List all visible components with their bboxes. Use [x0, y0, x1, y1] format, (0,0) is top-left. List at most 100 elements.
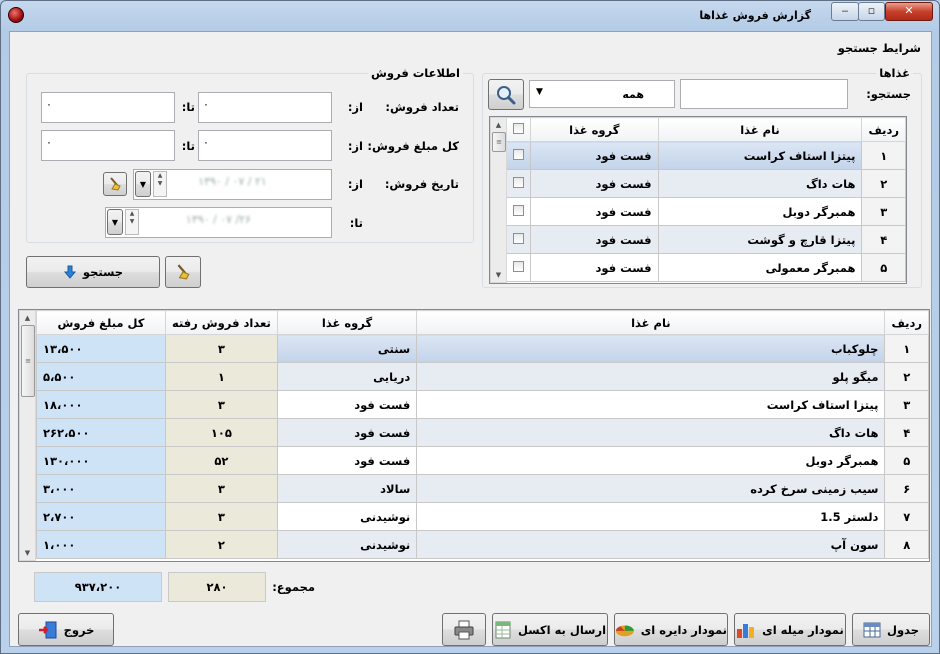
- food-search-input[interactable]: [680, 79, 848, 109]
- foods-col-group[interactable]: گروه غذا: [530, 117, 659, 142]
- maximize-button[interactable]: ▫: [858, 2, 885, 21]
- report-row-count: ۳: [164, 474, 278, 503]
- amount-to-label: تا:: [181, 139, 195, 153]
- food-row-checkbox[interactable]: [505, 225, 532, 254]
- scroll-up-arrow-icon[interactable]: ▲: [491, 118, 506, 132]
- table-row[interactable]: ۷ دلستر 1.5 نوشیدنی ۳ ۲،۷۰۰: [36, 502, 929, 531]
- food-row-checkbox[interactable]: [505, 169, 532, 198]
- table-icon: [863, 622, 881, 637]
- report-col-group[interactable]: گروه غذا: [276, 310, 418, 335]
- sales-date-label: تاریخ فروش:: [384, 177, 459, 191]
- count-from-label: از:: [347, 100, 363, 114]
- food-row-name: همبرگر معمولی: [657, 253, 863, 282]
- report-row-group: فست فود: [276, 418, 418, 447]
- clear-filters-button[interactable]: [165, 256, 201, 288]
- report-row-count: ۳: [164, 390, 278, 419]
- report-col-count[interactable]: تعداد فروش رفته: [164, 310, 278, 335]
- report-col-name[interactable]: نام غذا: [416, 310, 886, 335]
- table-button[interactable]: جدول: [852, 613, 930, 646]
- date-to-spinner[interactable]: ▲ ▼: [125, 209, 139, 235]
- table-row[interactable]: ۱ چلوکباب سنتی ۳ ۱۳،۵۰۰: [36, 334, 929, 363]
- food-row-number: ۴: [861, 225, 906, 254]
- foods-col-row[interactable]: ردیف: [861, 117, 906, 142]
- scroll-up-arrow-icon[interactable]: ▲: [20, 311, 35, 325]
- table-row[interactable]: ۲ میگو پلو دریایی ۱ ۵،۵۰۰: [36, 362, 929, 391]
- food-search-button[interactable]: [488, 79, 524, 110]
- table-row[interactable]: ۴ هات داگ فست فود ۱۰۵ ۲۶۲،۵۰۰: [36, 418, 929, 447]
- date-from-spinner[interactable]: ▲ ▼: [153, 171, 167, 197]
- report-col-row[interactable]: ردیف: [884, 310, 929, 335]
- print-button[interactable]: [442, 613, 486, 646]
- report-col-total[interactable]: کل مبلغ فروش: [36, 310, 166, 335]
- food-row[interactable]: ۱ پیتزا استاف کراست فست فود: [505, 141, 906, 170]
- report-grid[interactable]: ردیف نام غذا گروه غذا تعداد فروش رفته کل…: [18, 309, 930, 562]
- report-row-number: ۱: [884, 334, 929, 363]
- food-group-combo[interactable]: همه ▼: [529, 80, 675, 108]
- minimize-button[interactable]: ‒: [831, 2, 859, 21]
- food-row-checkbox[interactable]: [505, 253, 532, 282]
- food-row[interactable]: ۵ همبرگر معمولی فست فود: [505, 253, 906, 282]
- report-row-total: ۱۸،۰۰۰: [36, 390, 166, 419]
- foods-col-name[interactable]: نام غذا: [657, 117, 863, 142]
- report-row-name: سیب زمینی سرخ کرده: [416, 474, 886, 503]
- title-bar[interactable]: گزارش فروش غذاها ‒ ▫ ✕: [1, 1, 939, 29]
- pie-chart-icon: [615, 625, 634, 636]
- table-row[interactable]: ۸ سون آپ نوشیدنی ۲ ۱،۰۰۰: [36, 530, 929, 559]
- report-row-number: ۵: [884, 446, 929, 475]
- foods-scroll-thumb[interactable]: ≡: [492, 132, 506, 152]
- food-row-name: همبرگر دوبل: [657, 197, 863, 226]
- report-row-number: ۷: [884, 502, 929, 531]
- report-row-count: ۵۲: [164, 446, 278, 475]
- food-row-group: فست فود: [530, 141, 659, 170]
- export-excel-button[interactable]: ارسال به اکسل: [492, 613, 608, 646]
- amount-from-input[interactable]: ۰: [198, 130, 332, 161]
- report-row-total: ۵،۵۰۰: [36, 362, 166, 391]
- report-row-number: ۲: [884, 362, 929, 391]
- report-scroll-thumb[interactable]: ≡: [21, 325, 35, 397]
- report-row-group: فست فود: [276, 390, 418, 419]
- count-from-input[interactable]: ۰: [198, 92, 332, 123]
- date-to-value: ۱۳۹۰ / ۰۷ /۲۶: [185, 213, 252, 226]
- food-row[interactable]: ۳ همبرگر دوبل فست فود: [505, 197, 906, 226]
- date-from-dropdown-arrow-icon[interactable]: ▼: [135, 171, 151, 197]
- pie-chart-button[interactable]: نمودار دایره ای: [614, 613, 728, 646]
- scroll-down-arrow-icon[interactable]: ▼: [20, 546, 35, 560]
- chevron-down-icon: ▼: [536, 87, 543, 97]
- close-button[interactable]: ✕: [885, 2, 933, 21]
- magnifier-icon: [497, 85, 516, 104]
- food-group-combo-value: همه: [622, 88, 644, 101]
- search-button-label: جستجو: [82, 265, 124, 279]
- amount-from-label: از:: [347, 139, 363, 153]
- table-row[interactable]: ۶ سیب زمینی سرخ کرده سالاد ۳ ۳،۰۰۰: [36, 474, 929, 503]
- report-row-total: ۲،۷۰۰: [36, 502, 166, 531]
- sales-count-label: تعداد فروش:: [385, 100, 459, 114]
- report-row-count: ۳: [164, 502, 278, 531]
- report-vertical-scrollbar[interactable]: ▲ ≡ ▼: [19, 310, 36, 561]
- table-row[interactable]: ۳ پیتزا استاف کراست فست فود ۳ ۱۸،۰۰۰: [36, 390, 929, 419]
- sales-info-groupbox: اطلاعات فروش تعداد فروش: از: ۰ تا: ۰ کل …: [26, 66, 474, 243]
- date-to-dropdown-arrow-icon[interactable]: ▼: [107, 209, 123, 235]
- foods-select-all-checkbox[interactable]: [505, 117, 532, 142]
- food-row[interactable]: ۴ پیتزا قارچ و گوشت فست فود: [505, 225, 906, 254]
- bar-chart-button[interactable]: نمودار میله ای: [734, 613, 846, 646]
- foods-grid[interactable]: ردیف نام غذا گروه غذا ۱ پیتزا استاف کراس…: [489, 116, 907, 284]
- report-row-number: ۸: [884, 530, 929, 559]
- exit-button[interactable]: خروج: [18, 613, 114, 646]
- report-row-name: همبرگر دوبل: [416, 446, 886, 475]
- report-window: گزارش فروش غذاها ‒ ▫ ✕ شرایط جستجو غذاها…: [0, 0, 940, 654]
- app-icon[interactable]: [8, 7, 24, 23]
- sum-total-value: ۹۳۷،۲۰۰: [34, 572, 162, 602]
- food-row[interactable]: ۲ هات داگ فست فود: [505, 169, 906, 198]
- table-row[interactable]: ۵ همبرگر دوبل فست فود ۵۲ ۱۳۰،۰۰۰: [36, 446, 929, 475]
- amount-to-input[interactable]: ۰: [41, 130, 175, 161]
- search-button[interactable]: جستجو: [26, 256, 160, 288]
- count-to-input[interactable]: ۰: [41, 92, 175, 123]
- date-to-picker[interactable]: ۱۳۹۰ / ۰۷ /۲۶: [105, 207, 332, 238]
- bar-chart-button-label: نمودار میله ای: [762, 622, 844, 637]
- date-from-clear-button[interactable]: [103, 172, 127, 196]
- sales-amount-label: کل مبلغ فروش:: [367, 139, 459, 153]
- food-row-checkbox[interactable]: [505, 197, 532, 226]
- food-row-checkbox[interactable]: [505, 141, 532, 170]
- foods-vertical-scrollbar[interactable]: ▲ ≡ ▼: [490, 117, 507, 283]
- scroll-down-arrow-icon[interactable]: ▼: [491, 268, 506, 282]
